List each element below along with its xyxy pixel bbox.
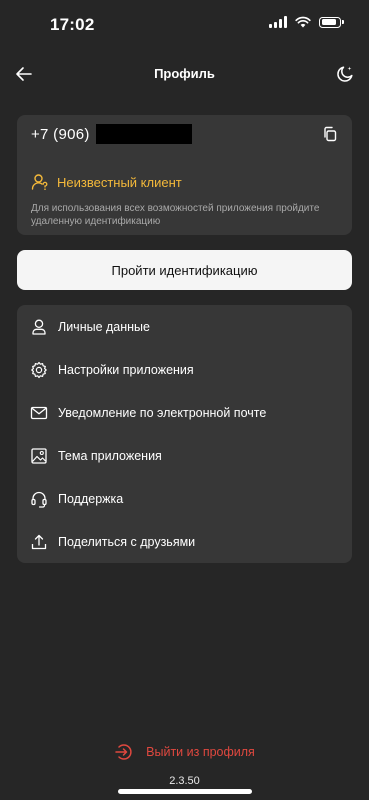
client-description: Для использования всех возможностей прил…: [31, 203, 320, 227]
status-time: 17:02: [50, 15, 95, 34]
client-card: +7 (906) Неизвестный клиент Для использо…: [17, 115, 352, 235]
status-icons: [269, 16, 344, 28]
menu-item-label: Тема приложения: [58, 448, 162, 463]
unknown-user-icon: [31, 174, 48, 190]
logout-label: Выйти из профиля: [146, 745, 255, 759]
identification-button[interactable]: Пройти идентификацию: [17, 250, 352, 290]
logout-button[interactable]: Выйти из профиля: [0, 742, 369, 762]
menu-item-support[interactable]: Поддержка: [17, 477, 352, 520]
battery-icon: [319, 16, 344, 28]
menu-item-share[interactable]: Поделиться с друзьями: [17, 520, 352, 563]
logout-icon: [115, 744, 132, 760]
phone-number: +7 (906): [31, 125, 90, 143]
menu-item-label: Поделиться с друзьями: [58, 534, 196, 549]
gear-icon: [30, 361, 48, 379]
status-bar: 17:02: [0, 0, 369, 50]
home-indicator[interactable]: [118, 789, 252, 794]
profile-screen: 17:02 Профиль +7 (906) Неизвестный клиен…: [0, 0, 369, 800]
headset-icon: [30, 490, 48, 508]
image-icon: [30, 447, 48, 465]
user-icon: [30, 318, 48, 336]
page-title: Профиль: [154, 66, 215, 81]
menu-item-personal-data[interactable]: Личные данные: [17, 305, 352, 348]
app-version: 2.3.50: [169, 775, 200, 787]
menu-card: Личные данные Настройки приложения Уведо…: [17, 305, 352, 563]
menu-item-app-theme[interactable]: Тема приложения: [17, 434, 352, 477]
client-status-row: Неизвестный клиент: [31, 173, 182, 191]
signal-icon: [269, 16, 287, 28]
wifi-icon: [295, 16, 311, 28]
header: Профиль: [0, 56, 369, 92]
menu-item-app-settings[interactable]: Настройки приложения: [17, 348, 352, 391]
share-icon: [30, 533, 48, 551]
menu-item-label: Поддержка: [58, 491, 124, 506]
envelope-icon: [30, 404, 48, 422]
menu-item-label: Настройки приложения: [58, 362, 194, 377]
phone-row: +7 (906): [31, 124, 192, 144]
phone-redacted: [95, 124, 192, 144]
menu-item-label: Уведомление по электронной почте: [58, 405, 267, 420]
moon-sparkle-icon[interactable]: [335, 64, 355, 84]
copy-icon[interactable]: [322, 126, 338, 142]
menu-item-label: Личные данные: [58, 319, 150, 334]
menu-item-email-notification[interactable]: Уведомление по электронной почте: [17, 391, 352, 434]
client-status: Неизвестный клиент: [57, 174, 182, 190]
